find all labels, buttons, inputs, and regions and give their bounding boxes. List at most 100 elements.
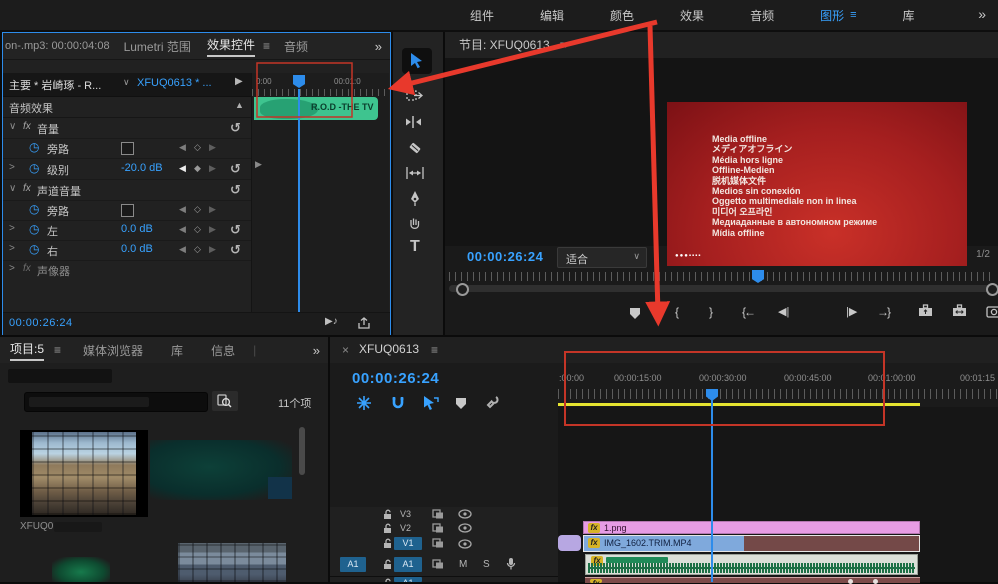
tab-info[interactable]: 信息 (211, 342, 235, 359)
tab-program[interactable]: 节目: XFUQ0613 (459, 36, 550, 55)
lock-icon[interactable] (383, 538, 393, 549)
project-thumb-video[interactable] (20, 430, 148, 517)
ec-ruler-ticks[interactable] (252, 89, 389, 96)
next-keyframe-icon[interactable]: ▶ (209, 244, 216, 255)
add-keyframe-icon[interactable]: ◇ (194, 204, 201, 215)
extract-icon[interactable] (952, 304, 968, 318)
tab-project[interactable]: 项目:5 (10, 340, 44, 361)
timeline-settings-wrench-icon[interactable] (485, 395, 500, 410)
tool-type[interactable]: T (410, 238, 420, 256)
export-icon[interactable] (357, 317, 371, 330)
clip-fx-badge[interactable]: fx (588, 538, 600, 548)
clip-v2-png[interactable]: fx 1.png (583, 521, 920, 534)
add-keyframe-icon[interactable]: ◇ (194, 244, 201, 255)
tab-media-browser[interactable]: 媒体浏览器 (83, 342, 143, 359)
prev-keyframe-icon[interactable]: ◀ (179, 204, 186, 215)
tool-ripple-edit[interactable] (405, 114, 425, 135)
tool-pen[interactable] (408, 190, 422, 212)
track-name[interactable]: V2 (400, 523, 411, 533)
export-frame-icon[interactable] (986, 304, 998, 318)
lock-icon[interactable] (383, 559, 393, 570)
reset-effect-icon[interactable]: ↺ (230, 120, 241, 136)
collapse-section-icon[interactable]: ▲ (235, 100, 244, 110)
prev-keyframe-icon[interactable]: ◀ (179, 142, 186, 153)
param-level[interactable]: > ◷ 级别 -20.0 dB ◀ ◆ ▶ ↺ (3, 159, 251, 180)
track-name-targeted[interactable]: A1 (394, 557, 422, 572)
search-button[interactable] (212, 391, 238, 411)
tool-selection[interactable] (402, 48, 432, 74)
reset-param-icon[interactable]: ↺ (230, 242, 241, 258)
add-keyframe-icon[interactable]: ◇ (194, 224, 201, 235)
mark-in-icon[interactable]: { (675, 305, 679, 319)
tab-source-clip[interactable]: on-.mp3: 00:00:04:08 (5, 40, 110, 52)
nest-sequence-icon[interactable] (356, 395, 372, 411)
effect-controls-overflow-icon[interactable]: » (375, 39, 382, 54)
lift-icon[interactable] (918, 304, 934, 318)
toggle-animation-icon[interactable]: ◷ (29, 161, 39, 175)
track-visibility-eye-icon[interactable] (458, 509, 472, 519)
scrubber-knob-right[interactable] (986, 283, 998, 296)
snap-magnet-icon[interactable] (390, 395, 406, 411)
workspace-overflow-icon[interactable]: » (978, 6, 986, 22)
solo-button[interactable]: S (483, 559, 490, 570)
sync-lock-icon[interactable] (432, 559, 444, 570)
tool-track-select[interactable] (406, 88, 424, 109)
program-playhead-handle[interactable] (752, 270, 764, 283)
param-left[interactable]: > ◷ 左 0.0 dB ◀ ◇ ▶ ↺ (3, 220, 251, 241)
sync-lock-icon[interactable] (432, 509, 444, 520)
toggle-animation-icon[interactable]: ◷ (29, 140, 39, 154)
work-area-bar[interactable] (558, 403, 920, 406)
reset-effect-icon[interactable]: ↺ (230, 182, 241, 198)
project-menu-icon[interactable]: ≡ (54, 343, 61, 357)
sequence-chevron-icon[interactable]: ∨ (123, 77, 130, 88)
tab-audio[interactable]: 音频 (284, 38, 308, 55)
level-value[interactable]: -20.0 dB (121, 162, 163, 174)
clip-fx-badge[interactable]: fx (588, 523, 600, 533)
next-keyframe-icon[interactable]: ▶ (209, 163, 216, 174)
lock-icon[interactable] (383, 509, 393, 520)
bypass-checkbox[interactable] (121, 204, 134, 217)
program-timecode[interactable]: 00:00:26:24 (467, 249, 543, 264)
linked-selection-icon[interactable] (422, 395, 440, 411)
tab-libraries[interactable]: 库 (171, 342, 183, 359)
goto-out-icon[interactable]: →} (877, 305, 889, 319)
mute-button[interactable]: M (459, 559, 467, 570)
timeline-timecode[interactable]: 00:00:26:24 (352, 370, 439, 387)
transition-block[interactable] (558, 535, 581, 551)
fx-group-channel-volume[interactable]: ∨ fx 声道音量 ↺ (3, 180, 251, 201)
param-bypass-volume[interactable]: ◷ 旁路 ◀ ◇ ▶ (3, 138, 251, 159)
sync-lock-icon[interactable] (432, 538, 444, 549)
step-back-icon[interactable]: ◀| (778, 305, 789, 318)
project-thumb-blue-mosaic[interactable] (178, 543, 286, 582)
resolution-page[interactable]: 1/2 (976, 249, 990, 260)
workspace-tab-effects[interactable]: 效果 (680, 7, 704, 24)
reset-param-icon[interactable]: ↺ (230, 161, 241, 177)
project-thumb-green-blob[interactable] (52, 557, 110, 582)
fx-group-panner[interactable]: > fx 声像器 (3, 260, 251, 280)
source-patch-a1[interactable]: A1 (340, 557, 366, 572)
fx-group-volume[interactable]: ∨ fx 音量 ↺ (3, 118, 251, 139)
workspace-tab-audio[interactable]: 音频 (750, 7, 774, 24)
add-marker-icon[interactable] (630, 308, 640, 319)
tool-slip[interactable] (405, 166, 425, 185)
zoom-level-select[interactable]: 适合 ∨ (557, 247, 647, 268)
workspace-tab-assembly[interactable]: 组件 (470, 7, 494, 24)
lock-icon[interactable] (383, 578, 393, 583)
reset-param-icon[interactable]: ↺ (230, 222, 241, 238)
workspace-tab-color[interactable]: 颜色 (610, 7, 634, 24)
scrubber-knob-left[interactable] (456, 283, 469, 296)
audio-effects-header[interactable]: 音频效果 ▲ (3, 97, 251, 118)
project-overflow-icon[interactable]: » (313, 343, 320, 358)
sequence-name[interactable]: XFUQ0613 * ... (137, 77, 212, 89)
ec-clip[interactable]: R.O.D -THE TV (254, 97, 378, 120)
prev-keyframe-icon[interactable]: ◀ (179, 224, 186, 235)
ec-playhead-handle[interactable] (293, 75, 305, 88)
toggle-animation-icon[interactable]: ◷ (29, 202, 39, 216)
step-forward-icon[interactable]: |▶ (846, 305, 857, 318)
clip-fx-badge[interactable]: fx (590, 579, 602, 583)
lock-icon[interactable] (383, 523, 393, 534)
workspace-tab-edit[interactable]: 编辑 (540, 7, 564, 24)
project-item-label[interactable]: XFUQ0 (20, 521, 53, 532)
goto-in-icon[interactable]: {← (742, 305, 754, 319)
close-sequence-icon[interactable]: × (342, 343, 349, 357)
